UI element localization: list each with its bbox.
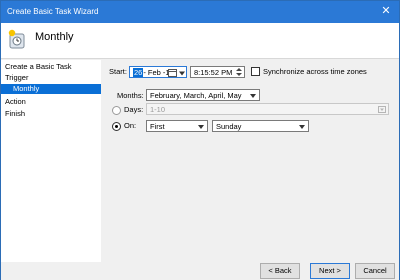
nav-item-monthly[interactable]: Monthly	[1, 84, 101, 94]
months-value: February, March, April, May	[150, 91, 242, 100]
nav-item-finish[interactable]: Finish	[1, 109, 101, 119]
nav-item-action[interactable]: Action	[1, 97, 101, 107]
back-button[interactable]: < Back	[260, 263, 300, 279]
days-radio[interactable]	[112, 106, 121, 115]
start-date-day: 26	[133, 68, 144, 77]
wizard-window: Create Basic Task Wizard ✕ Monthly Creat…	[0, 0, 400, 280]
start-label: Start:	[109, 67, 127, 76]
task-icon	[8, 29, 25, 49]
months-label: Months:	[117, 91, 144, 100]
chevron-down-icon	[198, 125, 204, 129]
days-value: 1-10	[150, 105, 166, 114]
on-week-dropdown[interactable]: First	[146, 120, 208, 132]
calendar-icon[interactable]	[168, 68, 177, 77]
start-date-picker[interactable]: 26- Feb -19	[129, 66, 187, 78]
on-day-value: Sunday	[216, 122, 242, 131]
nav-item-label: Trigger	[5, 73, 29, 82]
months-dropdown[interactable]: February, March, April, May	[146, 89, 260, 101]
days-label: Days:	[124, 105, 144, 114]
on-day-dropdown[interactable]: Sunday	[212, 120, 309, 132]
days-dropdown: 1-10	[146, 103, 389, 115]
close-icon[interactable]: ✕	[379, 4, 393, 18]
nav-item-create-basic-task[interactable]: Create a Basic Task	[1, 62, 101, 72]
start-time-value: 8:15:52 PM	[194, 68, 233, 77]
next-button[interactable]: Next >	[310, 263, 350, 279]
nav-item-trigger[interactable]: Trigger	[1, 73, 101, 83]
nav-item-label: Create a Basic Task	[5, 62, 72, 71]
sync-timezones-checkbox[interactable]	[251, 67, 260, 76]
start-time-input[interactable]: 8:15:52 PM	[190, 66, 245, 78]
wizard-steps-nav: Create a Basic Task Trigger Monthly Acti…	[1, 60, 101, 262]
page-title: Monthly	[35, 31, 74, 43]
cancel-button[interactable]: Cancel	[355, 263, 395, 279]
on-week-value: First	[150, 122, 165, 131]
on-label: On:	[124, 121, 137, 130]
chevron-down-icon	[250, 94, 256, 98]
trigger-settings-panel: Start: 26- Feb -19 8:15:52 PM Synchroniz…	[101, 60, 399, 262]
wizard-header: Monthly	[1, 23, 399, 59]
chevron-down-icon[interactable]	[179, 70, 185, 77]
nav-item-label: Monthly	[13, 84, 40, 93]
window-title: Create Basic Task Wizard	[7, 7, 99, 16]
spinner-icon[interactable]	[235, 67, 243, 77]
title-bar: Create Basic Task Wizard ✕	[1, 1, 399, 23]
on-radio[interactable]	[112, 122, 121, 131]
nav-item-label: Action	[5, 97, 26, 106]
wizard-footer: < Back Next > Cancel	[1, 262, 399, 280]
chevron-down-icon	[299, 125, 305, 129]
nav-item-label: Finish	[5, 109, 26, 118]
sync-timezones-label: Synchronize across time zones	[263, 67, 367, 76]
chevron-down-icon	[378, 106, 386, 113]
